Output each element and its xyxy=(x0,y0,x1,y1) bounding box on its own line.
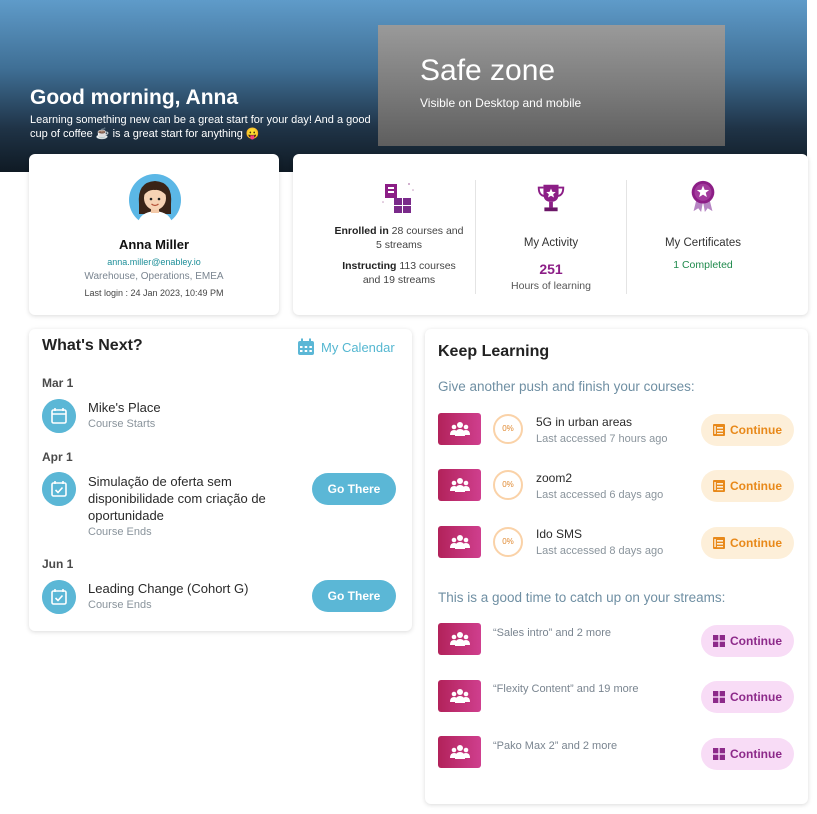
course-icon xyxy=(713,424,725,436)
group-icon xyxy=(450,689,470,703)
instructing-text-line2: and 19 streams xyxy=(362,274,436,286)
certificates-title: My Certificates xyxy=(664,237,742,249)
whats-next-title: What's Next? xyxy=(42,337,143,354)
go-there-button[interactable]: Go There xyxy=(312,473,396,505)
stream-title: “Sales intro” and 2 more xyxy=(493,627,611,639)
hero-banner: Good morning, Anna Learning something ne… xyxy=(0,0,807,172)
event-title[interactable]: Mike's Place xyxy=(88,399,298,416)
stats-card: Enrolled in 28 courses and 5 streams Ins… xyxy=(293,154,808,315)
activity-stat[interactable]: My Activity 251 Hours of learning xyxy=(476,154,626,315)
profile-last-login: Last login : 24 Jan 2023, 10:49 PM xyxy=(84,288,224,298)
safe-zone-subtitle: Visible on Desktop and mobile xyxy=(420,96,582,110)
certificate-badge-icon xyxy=(691,180,715,213)
event-title[interactable]: Simulação de oferta sem disponibilidade … xyxy=(88,473,298,524)
stream-icon xyxy=(713,748,725,760)
event-date: Apr 1 xyxy=(42,450,73,464)
streams-heading: This is a good time to catch up on your … xyxy=(438,590,726,605)
event-subtitle: Course Ends xyxy=(88,599,152,611)
continue-label: Continue xyxy=(730,536,782,550)
course-thumbnail xyxy=(438,413,481,445)
go-there-button[interactable]: Go There xyxy=(312,580,396,612)
profile-name: Anna Miller xyxy=(118,237,190,252)
greeting-subtitle: Learning something new can be a great st… xyxy=(30,114,371,140)
course-title: zoom2 xyxy=(536,471,573,485)
stream-icon xyxy=(713,635,725,647)
course-last-accessed: Last accessed 6 days ago xyxy=(536,489,664,501)
courses-streams-icon xyxy=(382,183,414,213)
event-title[interactable]: Leading Change (Cohort G) xyxy=(88,580,298,597)
course-title: Ido SMS xyxy=(536,527,583,541)
my-calendar-label: My Calendar xyxy=(321,339,395,355)
group-icon xyxy=(450,535,470,549)
progress-circle: 0% xyxy=(493,414,523,444)
stream-title: “Pako Max 2” and 2 more xyxy=(493,740,618,752)
stream-thumbnail xyxy=(438,623,481,655)
course-icon xyxy=(713,480,725,492)
event-date: Mar 1 xyxy=(42,376,74,390)
trophy-icon xyxy=(537,184,565,212)
instructing-text-line1: 113 courses xyxy=(396,260,456,272)
group-icon xyxy=(450,632,470,646)
profile-email[interactable]: anna.miller@enabley.io xyxy=(29,257,279,267)
course-thumbnail xyxy=(438,469,481,501)
group-icon xyxy=(450,745,470,759)
progress-circle: 0% xyxy=(493,470,523,500)
calendar-check-icon xyxy=(42,580,76,614)
enrolled-text-line1: 28 courses and xyxy=(388,225,464,237)
continue-label: Continue xyxy=(730,634,782,648)
avatar xyxy=(129,174,181,226)
enrolled-text-line2: 5 streams xyxy=(375,239,423,251)
stream-title: “Flexity Content” and 19 more xyxy=(493,683,639,695)
keep-learning-title: Keep Learning xyxy=(438,343,550,360)
courses-heading: Give another push and finish your course… xyxy=(438,379,695,394)
continue-course-button[interactable]: Continue xyxy=(701,527,794,559)
enrollment-stat[interactable]: Enrolled in 28 courses and 5 streams Ins… xyxy=(329,154,469,315)
my-calendar-link[interactable]: My Calendar xyxy=(297,338,395,356)
course-last-accessed: Last accessed 8 days ago xyxy=(536,545,664,557)
activity-hours-label: Hours of learning xyxy=(511,280,591,292)
activity-hours-value: 251 xyxy=(539,261,563,277)
calendar-icon xyxy=(298,338,314,355)
stream-icon xyxy=(713,691,725,703)
course-title: 5G in urban areas xyxy=(536,415,633,429)
greeting-title: Good morning, Anna xyxy=(30,86,239,109)
profile-card: Anna Miller anna.miller@enabley.io Wareh… xyxy=(29,154,279,315)
progress-circle: 0% xyxy=(493,527,523,557)
continue-label: Continue xyxy=(730,479,782,493)
stream-thumbnail xyxy=(438,736,481,768)
continue-course-button[interactable]: Continue xyxy=(701,414,794,446)
safe-zone-overlay: Safe zone Visible on Desktop and mobile xyxy=(378,25,725,146)
activity-title: My Activity xyxy=(523,237,579,249)
course-thumbnail xyxy=(438,526,481,558)
event-subtitle: Course Ends xyxy=(88,526,152,538)
instructing-label: Instructing xyxy=(342,260,397,272)
continue-label: Continue xyxy=(730,747,782,761)
continue-label: Continue xyxy=(730,423,782,437)
keep-learning-card: Keep Learning Give another push and fini… xyxy=(425,329,808,804)
whats-next-card: What's Next? My Calendar Mar 1 Mike's Pl… xyxy=(29,329,412,631)
course-last-accessed: Last accessed 7 hours ago xyxy=(536,433,668,445)
continue-course-button[interactable]: Continue xyxy=(701,470,794,502)
calendar-event-icon xyxy=(42,399,76,433)
profile-department: Warehouse, Operations, EMEA xyxy=(84,271,224,282)
enrolled-label: Enrolled in xyxy=(334,225,389,237)
stream-thumbnail xyxy=(438,680,481,712)
certificates-completed: 1 Completed xyxy=(673,259,733,271)
event-subtitle: Course Starts xyxy=(88,418,156,430)
continue-stream-button[interactable]: Continue xyxy=(701,681,794,713)
continue-stream-button[interactable]: Continue xyxy=(701,738,794,770)
event-date: Jun 1 xyxy=(42,557,74,571)
group-icon xyxy=(450,422,470,436)
calendar-check-icon xyxy=(42,472,76,506)
safe-zone-title: Safe zone xyxy=(420,54,556,87)
course-icon xyxy=(713,537,725,549)
continue-label: Continue xyxy=(730,690,782,704)
group-icon xyxy=(450,478,470,492)
certificates-stat[interactable]: My Certificates 1 Completed xyxy=(627,154,779,315)
continue-stream-button[interactable]: Continue xyxy=(701,625,794,657)
